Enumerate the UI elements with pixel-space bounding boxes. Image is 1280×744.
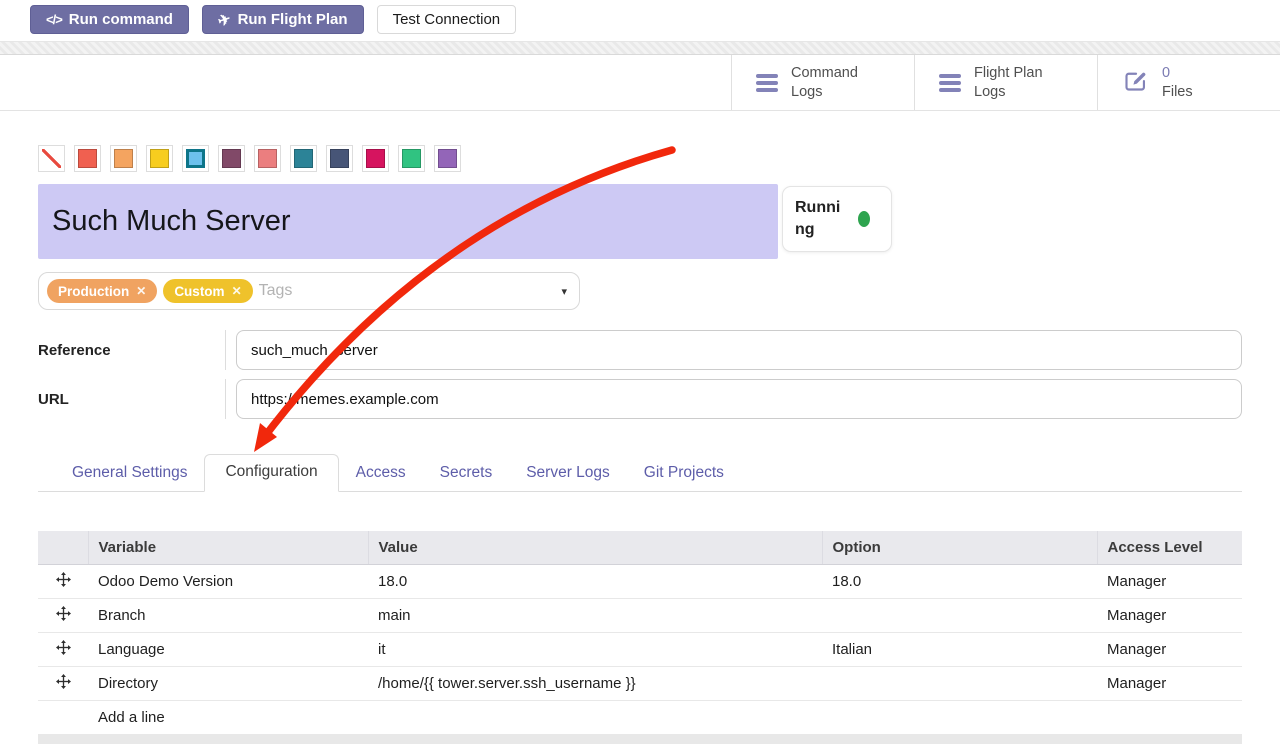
column-header-value: Value bbox=[368, 531, 822, 564]
reference-input[interactable] bbox=[236, 330, 1242, 370]
color-swatch[interactable] bbox=[398, 145, 425, 172]
tags-input[interactable]: Production ✕ Custom ✕ Tags ▾ bbox=[38, 272, 580, 310]
variables-table: Variable Value Option Access Level Odoo … bbox=[38, 531, 1242, 735]
action-bar: </> Run command ✈ Run Flight Plan Test C… bbox=[0, 0, 1280, 41]
plane-icon: ✈ bbox=[216, 9, 234, 30]
cell-option[interactable]: Italian bbox=[822, 632, 1097, 666]
status-label: Running bbox=[795, 197, 849, 240]
stat-header: Command Logs Flight Plan Logs 0 Files bbox=[0, 55, 1280, 111]
tab-secrets[interactable]: Secrets bbox=[423, 456, 510, 491]
drag-handle-icon[interactable] bbox=[38, 564, 88, 598]
cell-option[interactable] bbox=[822, 666, 1097, 700]
tab-server-logs[interactable]: Server Logs bbox=[509, 456, 627, 491]
url-input[interactable] bbox=[236, 379, 1242, 419]
flight-plan-logs-label: Flight Plan Logs bbox=[974, 64, 1043, 102]
handle-column-header bbox=[38, 531, 88, 564]
files-button[interactable]: 0 Files bbox=[1097, 55, 1280, 110]
color-swatch[interactable] bbox=[74, 145, 101, 172]
color-swatch[interactable] bbox=[146, 145, 173, 172]
cell-access-level[interactable]: Manager bbox=[1097, 564, 1242, 598]
color-swatch[interactable] bbox=[182, 145, 209, 172]
server-name-field[interactable]: Such Much Server bbox=[38, 184, 778, 259]
separator-band bbox=[0, 41, 1280, 55]
cell-variable[interactable]: Language bbox=[88, 632, 368, 666]
tag-production[interactable]: Production ✕ bbox=[47, 279, 157, 303]
cell-access-level[interactable]: Manager bbox=[1097, 666, 1242, 700]
column-header-option: Option bbox=[822, 531, 1097, 564]
url-label: URL bbox=[38, 391, 225, 408]
list-icon bbox=[939, 74, 961, 92]
run-flight-plan-label: Run Flight Plan bbox=[238, 11, 348, 28]
form-sheet: Such Much Server Running Production ✕ Cu… bbox=[0, 145, 1280, 744]
cell-access-level[interactable]: Manager bbox=[1097, 632, 1242, 666]
cell-option[interactable]: 18.0 bbox=[822, 564, 1097, 598]
notebook-tabs: General Settings Configuration Access Se… bbox=[38, 454, 1242, 492]
color-swatch[interactable] bbox=[326, 145, 353, 172]
table-row[interactable]: Odoo Demo Version 18.0 18.0 Manager bbox=[38, 564, 1242, 598]
tab-access[interactable]: Access bbox=[339, 456, 423, 491]
tab-git-projects[interactable]: Git Projects bbox=[627, 456, 741, 491]
command-logs-label: Command Logs bbox=[791, 64, 858, 102]
column-header-access-level: Access Level bbox=[1097, 531, 1242, 564]
cell-access-level[interactable]: Manager bbox=[1097, 598, 1242, 632]
tags-placeholder: Tags bbox=[259, 282, 293, 300]
color-swatch[interactable] bbox=[110, 145, 137, 172]
color-palette bbox=[38, 145, 1242, 172]
run-flight-plan-button[interactable]: ✈ Run Flight Plan bbox=[202, 5, 364, 34]
table-row[interactable]: Language it Italian Manager bbox=[38, 632, 1242, 666]
drag-handle-icon[interactable] bbox=[38, 632, 88, 666]
tag-custom[interactable]: Custom ✕ bbox=[163, 279, 252, 303]
color-swatch[interactable] bbox=[218, 145, 245, 172]
run-command-label: Run command bbox=[69, 11, 173, 28]
tab-general-settings[interactable]: General Settings bbox=[55, 456, 204, 491]
no-color-icon bbox=[42, 149, 61, 168]
run-command-button[interactable]: </> Run command bbox=[30, 5, 189, 34]
drag-handle-icon[interactable] bbox=[38, 598, 88, 632]
reference-label: Reference bbox=[38, 342, 225, 359]
color-swatch[interactable] bbox=[362, 145, 389, 172]
color-swatch[interactable] bbox=[290, 145, 317, 172]
add-a-line-link[interactable]: Add a line bbox=[88, 700, 1242, 734]
drag-handle-icon[interactable] bbox=[38, 666, 88, 700]
cell-value[interactable]: 18.0 bbox=[368, 564, 822, 598]
close-icon[interactable]: ✕ bbox=[136, 284, 146, 298]
cell-value[interactable]: /home/{{ tower.server.ssh_username }} bbox=[368, 666, 822, 700]
code-icon: </> bbox=[46, 12, 62, 27]
color-swatch[interactable] bbox=[254, 145, 281, 172]
edit-icon bbox=[1122, 67, 1149, 99]
flight-plan-logs-button[interactable]: Flight Plan Logs bbox=[914, 55, 1097, 110]
command-logs-button[interactable]: Command Logs bbox=[731, 55, 914, 110]
list-icon bbox=[756, 74, 778, 92]
color-swatch[interactable] bbox=[434, 145, 461, 172]
files-label: 0 Files bbox=[1162, 64, 1193, 102]
status-dot-icon bbox=[858, 211, 870, 227]
table-row[interactable]: Directory /home/{{ tower.server.ssh_user… bbox=[38, 666, 1242, 700]
add-line-row: Add a line bbox=[38, 700, 1242, 734]
table-row[interactable]: Branch main Manager bbox=[38, 598, 1242, 632]
test-connection-label: Test Connection bbox=[393, 11, 501, 28]
color-swatch-none[interactable] bbox=[38, 145, 65, 172]
tab-configuration[interactable]: Configuration bbox=[204, 454, 338, 492]
column-header-variable: Variable bbox=[88, 531, 368, 564]
close-icon[interactable]: ✕ bbox=[232, 284, 242, 298]
bottom-strip bbox=[38, 735, 1242, 744]
test-connection-button[interactable]: Test Connection bbox=[377, 5, 517, 34]
cell-value[interactable]: main bbox=[368, 598, 822, 632]
page-title: Such Much Server bbox=[52, 205, 291, 238]
cell-variable[interactable]: Directory bbox=[88, 666, 368, 700]
cell-option[interactable] bbox=[822, 598, 1097, 632]
files-count: 0 bbox=[1162, 65, 1170, 81]
status-card[interactable]: Running bbox=[782, 186, 892, 252]
cell-variable[interactable]: Branch bbox=[88, 598, 368, 632]
cell-value[interactable]: it bbox=[368, 632, 822, 666]
table-header-row: Variable Value Option Access Level bbox=[38, 531, 1242, 564]
cell-variable[interactable]: Odoo Demo Version bbox=[88, 564, 368, 598]
chevron-down-icon[interactable]: ▾ bbox=[561, 285, 567, 298]
